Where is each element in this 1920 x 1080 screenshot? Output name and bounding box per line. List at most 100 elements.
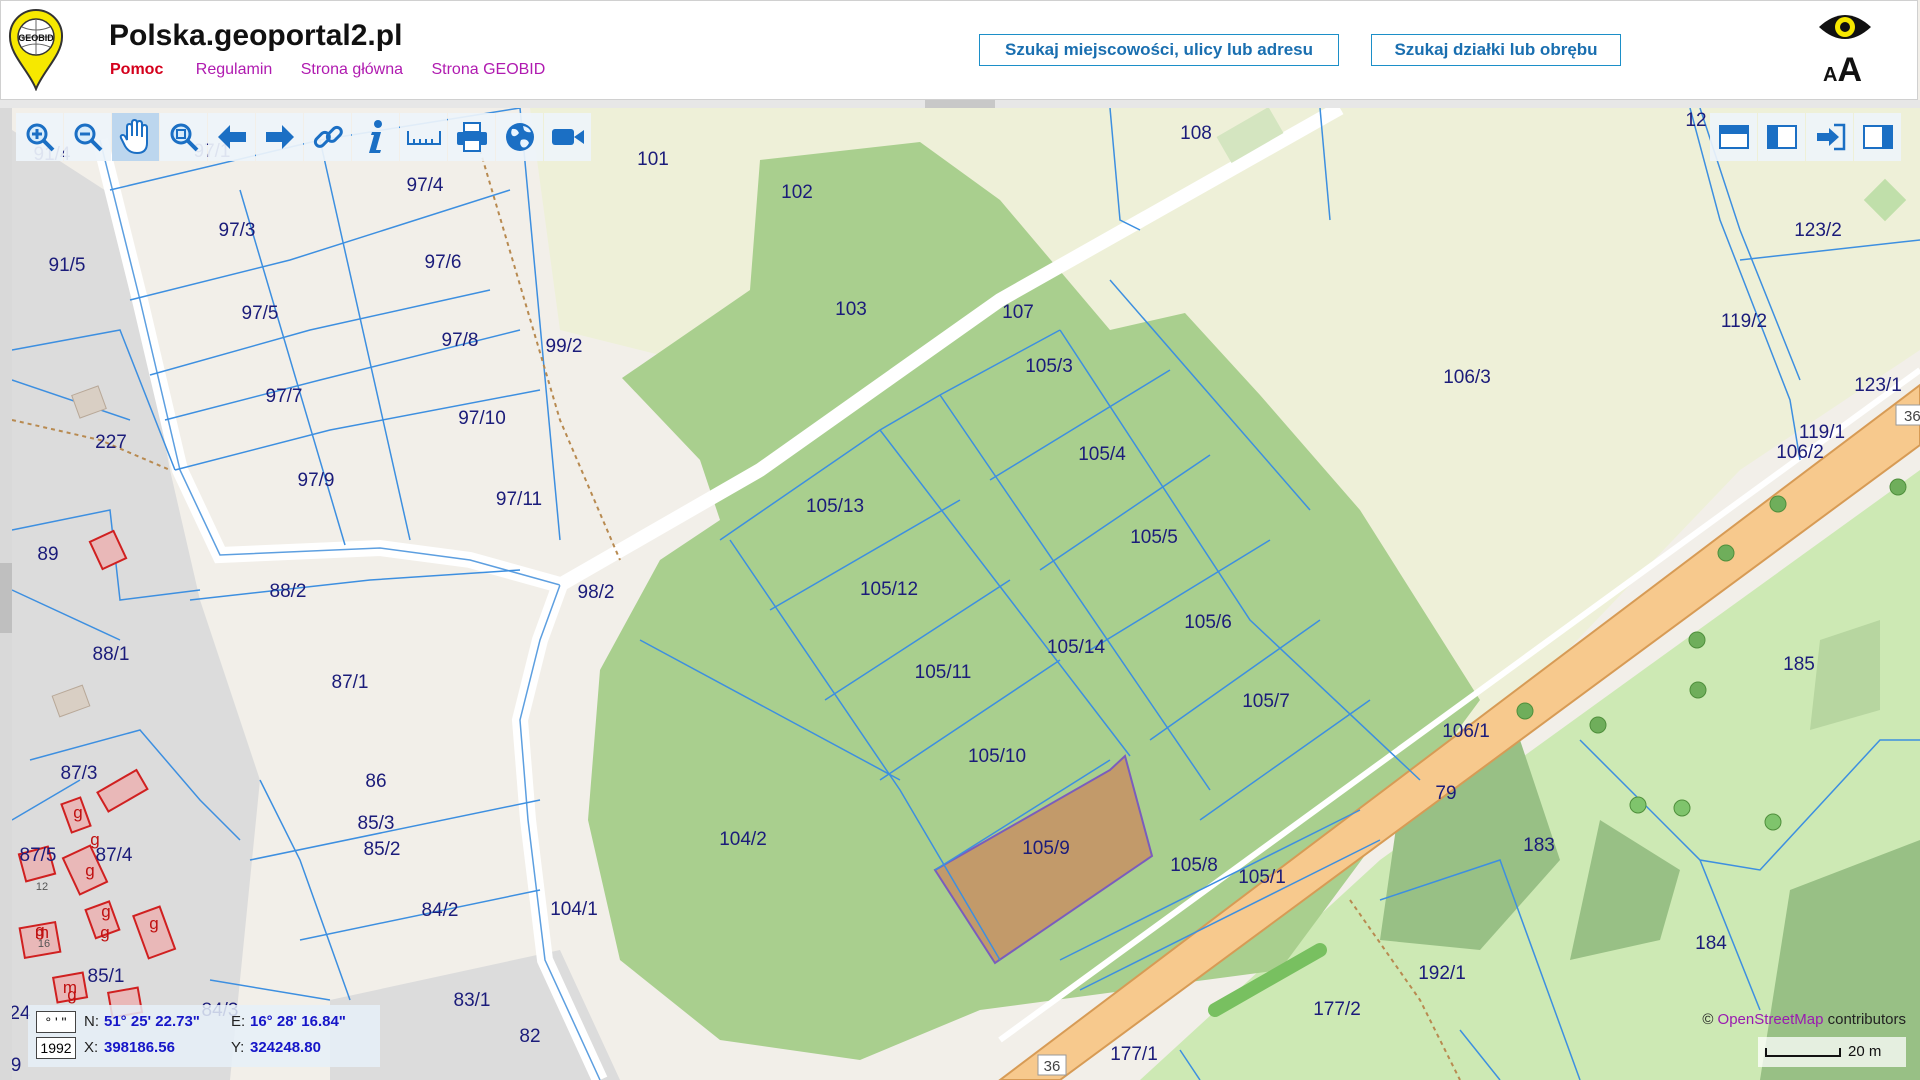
back-button[interactable] [208,113,255,161]
panel-top-button[interactable] [1710,113,1757,161]
map-canvas[interactable]: 91/497/197/497/397/691/597/597/899/297/7… [0,0,1920,1080]
info-button[interactable] [352,113,399,161]
parcel-label: 119/1 [1799,422,1845,443]
geobid-link[interactable]: Strona GEOBID [431,61,545,78]
search-parcel-button[interactable]: Szukaj działki lub obrębu [1371,34,1621,66]
terms-link[interactable]: Regulamin [196,61,272,78]
parcel-label: 98/2 [578,582,615,603]
road-number: 36 [1044,1058,1061,1075]
y-label: Y: [231,1039,245,1056]
coordinate-readout: ° ' " 1992 N: 51° 25' 22.73" E: 16° 28' … [28,1005,380,1067]
print-button[interactable] [448,113,495,161]
parcel-label: 97/9 [298,470,335,491]
parcel-label: 82 [519,1026,540,1047]
font-large-glyph: A [1837,51,1863,89]
zoom-out-button[interactable] [64,113,111,161]
header-links: Pomoc Regulamin Strona główna Strona GEO… [110,61,569,79]
panel-right-button[interactable] [1854,113,1901,161]
building-label: g [100,923,109,942]
building-label: g [149,914,158,933]
parcel-label: 123/2 [1794,220,1842,241]
parcel-label: 86 [365,771,386,792]
building-label: g [90,830,99,849]
parcel-label: 108 [1180,123,1212,144]
parcel-label: 83/1 [454,990,491,1011]
zoom-out-icon [74,123,102,152]
search-address-button[interactable]: Szukaj miejscowości, ulicy lub adresu [979,34,1339,66]
parcel-label: 106/3 [1443,367,1491,388]
openstreetmap-link[interactable]: OpenStreetMap [1718,1011,1824,1028]
x-label: X: [84,1039,99,1056]
ruler-icon [406,131,441,145]
printer-icon [456,122,487,152]
parcel-label: 89 [37,544,58,565]
parcel-label: 87/5 [20,845,57,866]
font-size-control[interactable]: AA [1823,51,1862,90]
measure-button[interactable] [400,113,447,161]
left-panel-gutter[interactable] [0,108,12,1080]
parcel-label: 105/3 [1025,356,1073,377]
zoom-in-button[interactable] [16,113,63,161]
attribution-suffix: contributors [1827,1011,1906,1028]
parcel-label: 99/2 [546,336,583,357]
exit-button[interactable] [1806,113,1853,161]
globe-button[interactable] [496,113,543,161]
camera-button[interactable] [544,113,591,161]
parcel-label: 184 [1695,933,1727,954]
parcel-label: 101 [637,149,669,170]
parcel-label: 177/1 [1110,1044,1158,1065]
parcel-label: 105/1 [1238,867,1286,888]
parcel-label: 97/8 [442,330,479,351]
parcel-label: 105/8 [1170,855,1218,876]
help-link[interactable]: Pomoc [110,61,163,78]
parcel-label: 105/13 [806,496,864,517]
parcel-label: 107 [1002,302,1034,323]
contrast-eye-icon[interactable] [1817,9,1873,45]
dms-mode-toggle[interactable]: ° ' " [36,1011,76,1033]
hand-icon [119,118,148,155]
header-resize-strip[interactable] [0,100,1920,108]
pan-button[interactable] [112,113,159,161]
building-label: 12 [36,881,48,893]
geobid-logo[interactable]: GEOBID [7,7,65,91]
arrow-right-icon [265,125,294,149]
x-value: 398186.56 [104,1039,175,1056]
e-value: 16° 28' 16.84" [250,1013,346,1030]
parcel-label: 104/1 [550,899,598,920]
building-label: g [73,803,82,822]
parcel-label: 105/12 [860,579,918,600]
header: GEOBID Polska.geoportal2.pl Pomoc Regula… [0,0,1918,100]
parcel-label: 97/10 [458,408,506,429]
parcel-label: 105/4 [1078,444,1126,465]
zoom-extent-button[interactable] [160,113,207,161]
exit-arrow-icon [1816,123,1845,151]
panel-toggle-handle[interactable] [0,563,12,633]
link-button[interactable] [304,113,351,161]
parcel-label: 123/1 [1854,375,1902,396]
video-camera-icon [551,129,584,145]
info-icon [368,120,382,153]
parcel-label: 9 [11,1055,22,1076]
globe-icon [505,123,534,151]
panel-left-button[interactable] [1758,113,1805,161]
parcel-label: 183 [1523,835,1555,856]
parcel-label: 104/2 [719,829,767,850]
parcel-label: 85/3 [358,813,395,834]
crs-1992-toggle[interactable]: 1992 [36,1037,76,1059]
road-shield: 36 [1895,404,1920,426]
parcel-label: 185 [1783,654,1815,675]
parcel-label: 105/6 [1184,612,1232,633]
resize-handle[interactable] [925,100,995,108]
e-label: E: [231,1013,246,1030]
forward-button[interactable] [256,113,303,161]
panel-toolbar [1710,113,1901,161]
home-link[interactable]: Strona główna [301,61,403,78]
parcel-label: 12 [1685,110,1706,131]
panel-top-icon [1718,125,1749,149]
accessibility-controls: AA [1813,9,1873,89]
parcel-label: 106/2 [1776,442,1824,463]
map-attribution: © OpenStreetMap contributors [1702,1011,1906,1028]
parcel-label: 84/2 [422,900,459,921]
parcel-label: 105/5 [1130,527,1178,548]
parcel-label: 227 [95,432,127,453]
